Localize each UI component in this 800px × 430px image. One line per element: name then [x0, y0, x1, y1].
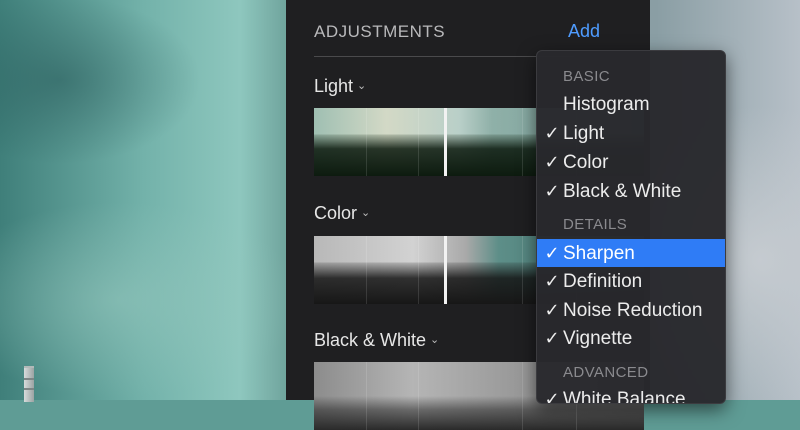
- menu-item-histogram[interactable]: Histogram: [537, 91, 725, 119]
- menu-item-vignette[interactable]: ✓ Vignette: [537, 324, 725, 352]
- check-icon: ✓: [544, 152, 560, 172]
- check-icon: ✓: [544, 181, 560, 201]
- check-icon: ✓: [544, 123, 560, 143]
- menu-group-details: DETAILS: [563, 216, 628, 233]
- menu-item-color[interactable]: ✓ Color: [537, 148, 725, 176]
- menu-item-definition[interactable]: ✓ Definition: [537, 267, 725, 295]
- chevron-down-icon: ⌄: [357, 80, 367, 92]
- check-icon: ✓: [544, 389, 560, 404]
- menu-item-sharpen[interactable]: ✓ Sharpen: [537, 239, 725, 267]
- section-light-label: Light: [314, 76, 354, 96]
- section-color-label: Color: [314, 203, 358, 223]
- chevron-down-icon: ⌄: [430, 334, 440, 346]
- add-button[interactable]: Add: [568, 21, 600, 42]
- section-black-white[interactable]: Black & White ⌄: [314, 330, 439, 351]
- color-slider-handle[interactable]: [444, 236, 447, 304]
- menu-group-basic: BASIC: [563, 68, 611, 85]
- chevron-down-icon: ⌄: [361, 207, 371, 219]
- menu-item-white-balance[interactable]: ✓ White Balance: [537, 385, 725, 404]
- menu-item-light[interactable]: ✓ Light: [537, 119, 725, 147]
- section-color[interactable]: Color ⌄: [314, 203, 370, 224]
- menu-item-noise-reduction[interactable]: ✓ Noise Reduction: [537, 296, 725, 324]
- panel-header: ADJUSTMENTS Add: [314, 18, 600, 57]
- menu-group-advanced: ADVANCED: [563, 364, 649, 381]
- chimney-image: [24, 366, 34, 402]
- check-icon: ✓: [544, 328, 560, 348]
- check-icon: ✓: [544, 300, 560, 320]
- check-icon: ✓: [544, 271, 560, 291]
- section-black-white-label: Black & White: [314, 330, 427, 350]
- add-adjustment-menu: BASIC Histogram ✓ Light ✓ Color ✓ Black & W…: [536, 50, 726, 404]
- panel-title: ADJUSTMENTS: [314, 22, 446, 41]
- menu-item-black-white[interactable]: ✓ Black & White: [537, 177, 725, 205]
- check-icon: ✓: [544, 243, 560, 263]
- light-slider-handle[interactable]: [444, 108, 447, 176]
- section-light[interactable]: Light ⌄: [314, 76, 366, 97]
